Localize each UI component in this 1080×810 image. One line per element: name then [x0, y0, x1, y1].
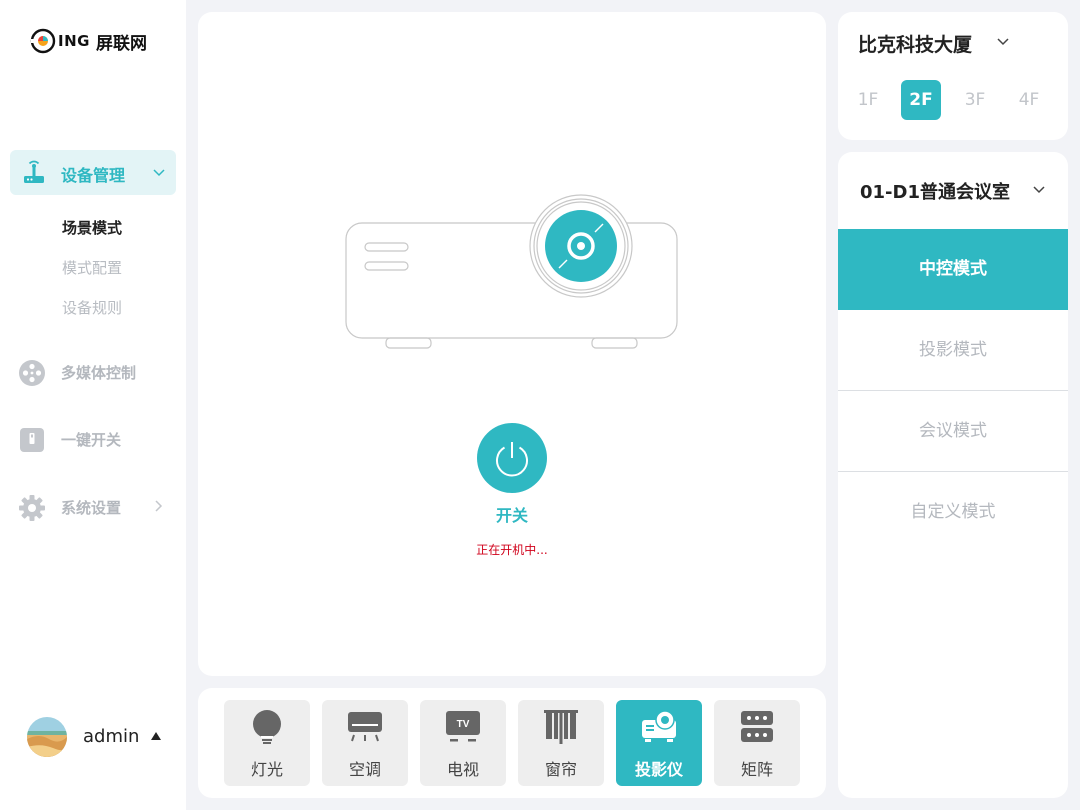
projector-illustration-icon: [345, 194, 678, 349]
subnav-mode-config[interactable]: 模式配置: [62, 257, 122, 278]
air-conditioner-icon: [348, 712, 382, 742]
sidebar-item-multimedia[interactable]: 多媒体控制: [18, 358, 178, 388]
floor-tab-2f[interactable]: 2F: [901, 80, 941, 120]
user-name: admin: [83, 726, 140, 747]
device-tab-label: 矩阵: [740, 760, 773, 779]
device-tab-projector[interactable]: 投影仪: [616, 700, 702, 786]
brand-logo[interactable]: ING 屏联网: [30, 26, 147, 56]
device-tab-label: 空调: [348, 760, 381, 779]
film-reel-icon: [19, 360, 45, 386]
device-control-panel: 开关 正在开机中...: [198, 12, 826, 676]
router-icon: [24, 160, 44, 183]
device-tab-label: 窗帘: [544, 760, 577, 779]
device-tab-light[interactable]: 灯光: [224, 700, 310, 786]
user-menu[interactable]: admin: [27, 717, 177, 757]
tv-icon: TV: [446, 711, 480, 742]
chevron-right-icon: [155, 500, 163, 512]
floor-tab-3f[interactable]: 3F: [955, 80, 995, 120]
logo-text: ING: [58, 32, 90, 50]
avatar: [27, 717, 67, 757]
sidebar-item-label: 设备管理: [61, 166, 126, 185]
sidebar-item-label: 系统设置: [61, 499, 122, 517]
building-dropdown[interactable]: 比克科技大厦: [858, 30, 972, 57]
chevron-down-icon[interactable]: [1032, 184, 1046, 196]
device-tab-air-conditioner[interactable]: 空调: [322, 700, 408, 786]
projector-icon: [642, 710, 676, 742]
power-icon: [496, 442, 528, 477]
room-mode-panel: 01-D1普通会议室 中控模式 投影模式 会议模式 自定义模式: [838, 152, 1068, 798]
floor-tab-1f[interactable]: 1F: [848, 80, 888, 120]
bulb-icon: [253, 710, 281, 744]
device-tab-label: 电视: [446, 760, 479, 779]
chevron-down-icon: [153, 169, 165, 177]
device-type-bar: 灯光 空调 TV 电视 窗帘 投影仪 矩阵: [198, 688, 826, 798]
sidebar-item-system-settings[interactable]: 系统设置: [18, 493, 178, 523]
device-tab-tv[interactable]: TV 电视: [420, 700, 506, 786]
power-button[interactable]: [477, 423, 547, 493]
gear-icon: [19, 495, 45, 521]
subnav-device-rules[interactable]: 设备规则: [62, 297, 122, 318]
power-label: 开关: [495, 506, 528, 525]
device-tab-label: 投影仪: [634, 760, 683, 779]
device-tab-matrix[interactable]: 矩阵: [714, 700, 800, 786]
device-tab-curtain[interactable]: 窗帘: [518, 700, 604, 786]
room-dropdown[interactable]: 01-D1普通会议室: [860, 178, 1010, 204]
sidebar-item-one-key-switch[interactable]: 一键开关: [18, 425, 178, 455]
building-selector-panel: 比克科技大厦 1F 2F 3F 4F: [838, 12, 1068, 140]
sidebar-item-label: 一键开关: [61, 431, 122, 449]
sidebar-item-label: 多媒体控制: [61, 364, 137, 382]
avatar-image-icon: [27, 717, 67, 757]
sidebar-item-device-management[interactable]: 设备管理: [10, 150, 176, 195]
floor-tab-4f[interactable]: 4F: [1009, 80, 1049, 120]
curtain-icon: [544, 710, 578, 744]
logo-mark-icon: [30, 28, 56, 54]
svg-text:TV: TV: [457, 719, 470, 730]
subnav-scene-mode[interactable]: 场景模式: [62, 217, 122, 238]
mode-central-control[interactable]: 中控模式: [838, 229, 1068, 310]
matrix-icon: [741, 711, 773, 742]
sidebar: ING 屏联网 设备管理 场景模式 模式配置 设备规则 多媒体控制 一键开关 系…: [0, 0, 186, 810]
mode-custom[interactable]: 自定义模式: [838, 472, 1068, 553]
switch-icon: [20, 428, 44, 452]
mode-meeting[interactable]: 会议模式: [838, 391, 1068, 472]
chevron-down-icon[interactable]: [996, 36, 1010, 48]
device-tab-label: 灯光: [250, 760, 283, 779]
caret-up-icon: [151, 732, 161, 740]
mode-projection[interactable]: 投影模式: [838, 310, 1068, 391]
logo-text-cn: 屏联网: [95, 33, 147, 54]
power-status-text: 正在开机中...: [476, 543, 548, 557]
